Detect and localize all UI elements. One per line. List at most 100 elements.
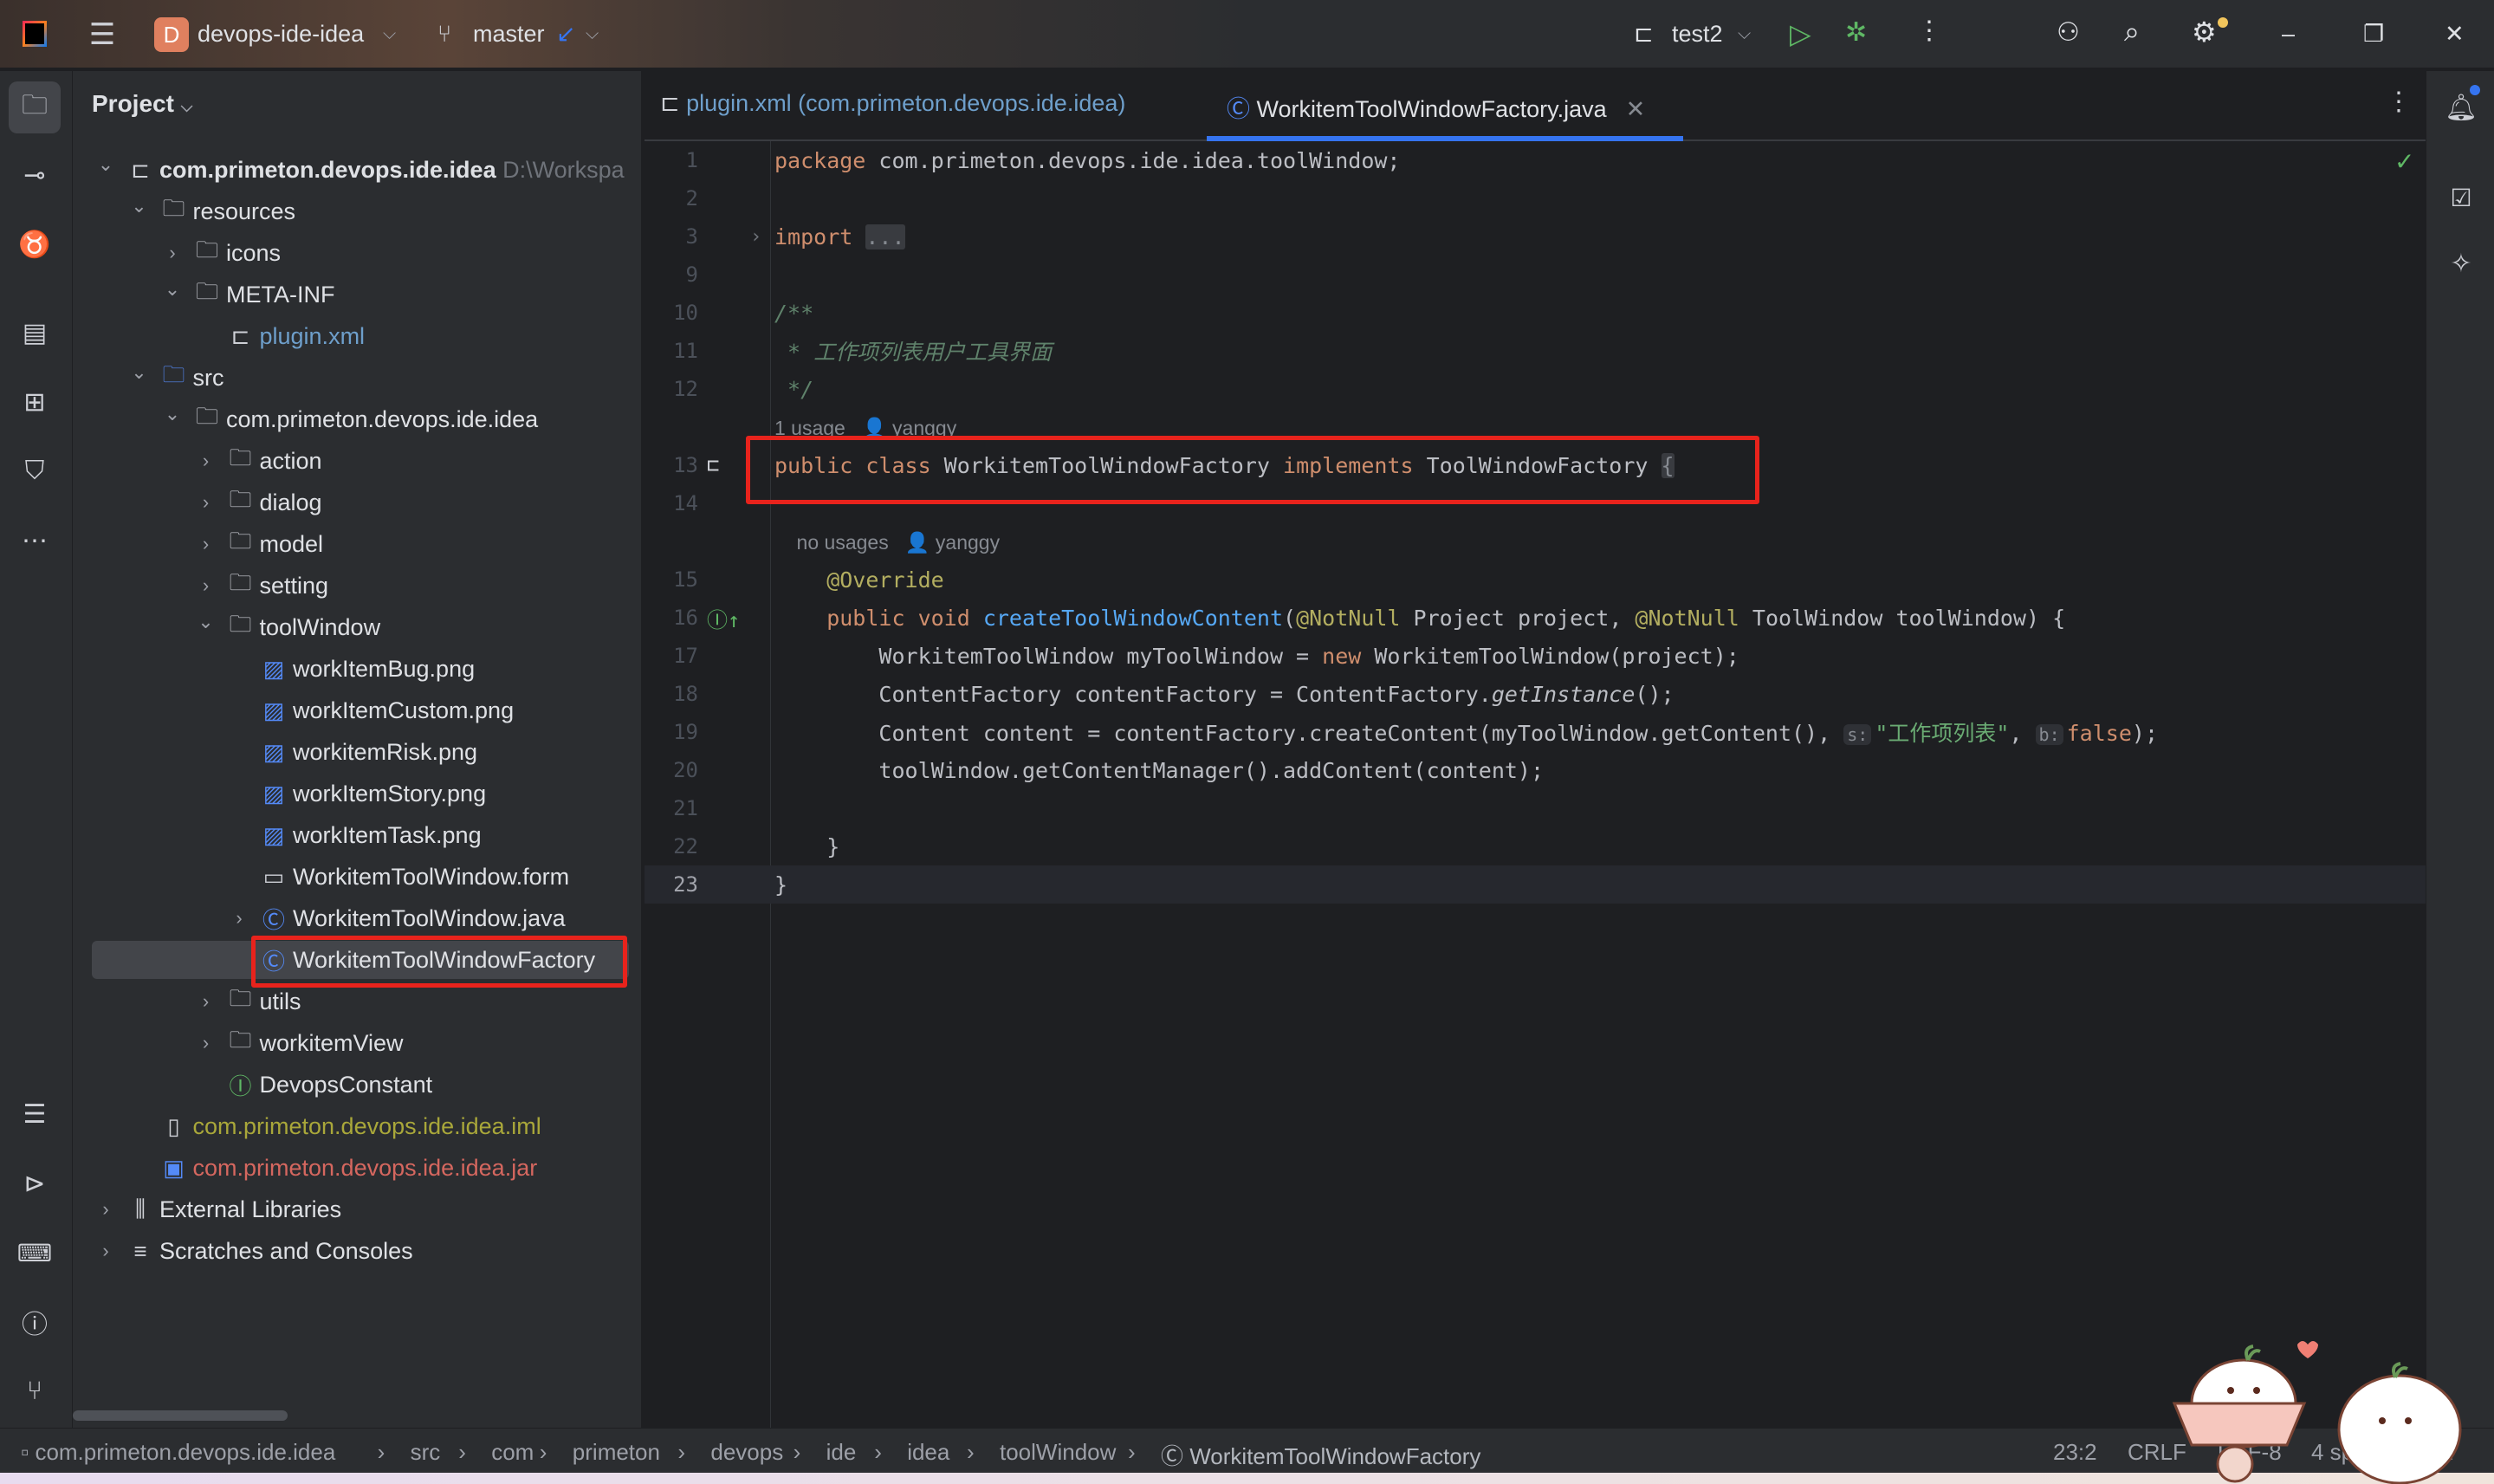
chevron-right-icon[interactable]: ›: [95, 1240, 116, 1262]
tree-item[interactable]: › 🗀 action: [73, 440, 643, 482]
chevron-down-icon[interactable]: ⌄: [162, 278, 183, 301]
terminal-icon[interactable]: ⌨: [9, 1227, 61, 1279]
chevron-down-icon[interactable]: ⌵: [586, 24, 599, 44]
breadcrumb-item[interactable]: ide: [826, 1439, 857, 1466]
tree-item[interactable]: › 🗀 dialog: [73, 482, 643, 523]
ai-assistant-icon[interactable]: ✧: [2435, 237, 2487, 289]
tree-item[interactable]: ▨ workItemCustom.png: [73, 690, 643, 731]
chevron-right-icon[interactable]: ›: [196, 1032, 217, 1054]
search-icon[interactable]: ⌕: [2124, 16, 2140, 49]
tree-item[interactable]: › 🗀 utils: [73, 981, 643, 1022]
tab-plugin-xml[interactable]: ⊏ plugin.xml (com.primeton.devops.ide.id…: [660, 90, 1125, 117]
no-problems-check-icon[interactable]: ✓: [2394, 147, 2414, 176]
code-line[interactable]: 10 /**: [645, 294, 2426, 332]
tree-item[interactable]: ⊏ plugin.xml: [73, 315, 643, 357]
code-line[interactable]: 23}: [645, 865, 2426, 904]
chevron-down-icon[interactable]: ⌄: [196, 611, 217, 633]
run-icon[interactable]: ▷: [1790, 17, 1811, 50]
code-line[interactable]: 18 ContentFactory contentFactory = Conte…: [645, 675, 2426, 713]
tree-item[interactable]: › ≡ Scratches and Consoles: [73, 1230, 643, 1272]
tab-options-icon[interactable]: ⋮: [2386, 87, 2412, 117]
code-line[interactable]: 22 }: [645, 827, 2426, 865]
tree-item[interactable]: ⌄ ⊏ com.primeton.devops.ide.idea D:\Worksp…: [73, 149, 643, 191]
bookmarks-icon[interactable]: ⛉: [9, 445, 61, 497]
chevron-down-icon[interactable]: ⌵: [1738, 24, 1751, 44]
learn-icon[interactable]: ▤: [9, 307, 61, 359]
chevron-right-icon[interactable]: ›: [196, 574, 217, 597]
tree-item[interactable]: › 🗀 icons: [73, 232, 643, 274]
git-icon[interactable]: ⑂: [9, 1365, 61, 1417]
code-line[interactable]: 12 */: [645, 370, 2426, 408]
tree-item[interactable]: ▨ workitemRisk.png: [73, 731, 643, 773]
code-line[interactable]: 3 › import ...: [645, 217, 2426, 256]
tasks-icon[interactable]: ☑: [2435, 172, 2487, 224]
code-line[interactable]: 9: [645, 256, 2426, 294]
tree-item[interactable]: ▯ com.primeton.devops.ide.idea.iml: [73, 1105, 643, 1147]
tree-item[interactable]: › 🗀 setting: [73, 565, 643, 606]
breadcrumb-item[interactable]: com: [491, 1439, 534, 1466]
services-icon[interactable]: ⊳: [9, 1157, 61, 1209]
pull-requests-icon[interactable]: ♉: [9, 218, 61, 270]
chevron-right-icon[interactable]: ›: [196, 990, 217, 1013]
code-line[interactable]: 20 toolWindow.getContentManager().addCon…: [645, 751, 2426, 789]
chevron-right-icon[interactable]: ›: [196, 533, 217, 555]
breadcrumb-item[interactable]: idea: [907, 1439, 949, 1466]
run-config-select[interactable]: test2: [1672, 21, 1723, 48]
close-window-icon[interactable]: ✕: [2445, 21, 2465, 48]
main-menu-icon[interactable]: ☰: [85, 18, 120, 51]
structure-icon[interactable]: ⊞: [9, 376, 61, 428]
project-name[interactable]: devops-ide-idea: [198, 21, 364, 48]
restore-icon[interactable]: ❐: [2363, 21, 2384, 48]
code-area[interactable]: 1 package com.primeton.devops.ide.idea.to…: [645, 141, 2426, 1428]
minimize-icon[interactable]: –: [2282, 21, 2295, 48]
code-line[interactable]: 1 package com.primeton.devops.ide.idea.to…: [645, 141, 2426, 179]
tree-item[interactable]: › Ⓒ WorkitemToolWindow.java: [73, 898, 643, 939]
chevron-down-icon[interactable]: ⌄: [95, 153, 116, 176]
code-line[interactable]: 19 Content content = contentFactory.crea…: [645, 713, 2426, 751]
tree-item[interactable]: ⌄ 🗀 toolWindow: [73, 606, 643, 648]
chevron-right-icon[interactable]: ›: [162, 242, 183, 264]
implements-icon[interactable]: Ⓘ↑: [707, 603, 740, 633]
chevron-down-icon[interactable]: ⌄: [129, 195, 150, 217]
close-tab-icon[interactable]: ✕: [1626, 96, 1646, 122]
chevron-right-icon[interactable]: ›: [196, 450, 217, 472]
chevron-right-icon[interactable]: ›: [95, 1198, 116, 1221]
horizontal-scrollbar[interactable]: [73, 1410, 288, 1421]
code-line[interactable]: 15 @Override: [645, 561, 2426, 599]
project-tool-icon[interactable]: 🗀: [9, 81, 61, 133]
tree-item[interactable]: ⌄ 🗀 com.primeton.devops.ide.idea: [73, 399, 643, 440]
chevron-right-icon[interactable]: ›: [196, 491, 217, 514]
breadcrumb-item[interactable]: toolWindow: [1000, 1439, 1116, 1466]
caret-position[interactable]: 23:2: [2053, 1439, 2097, 1466]
more-actions-icon[interactable]: ⋮: [1916, 16, 1942, 46]
fold-expand-icon[interactable]: ›: [750, 226, 761, 248]
code-line[interactable]: 17 WorkitemToolWindow myToolWindow = new…: [645, 637, 2426, 675]
code-line[interactable]: 11 * 工作项列表用户工具界面: [645, 332, 2426, 370]
tree-item[interactable]: ⌄ 🗀 META-INF: [73, 274, 643, 315]
code-line[interactable]: 2: [645, 179, 2426, 217]
tree-item[interactable]: › 🗀 workitemView: [73, 1022, 643, 1064]
chevron-down-icon[interactable]: ⌄: [162, 403, 183, 425]
chevron-down-icon[interactable]: ⌄: [129, 361, 150, 384]
project-badge[interactable]: D: [154, 17, 189, 52]
code-line[interactable]: 16 Ⓘ↑ public void createToolWindowContent…: [645, 599, 2426, 637]
chevron-right-icon[interactable]: ›: [229, 907, 249, 930]
breadcrumb-item[interactable]: src: [411, 1439, 441, 1466]
tree-item[interactable]: ▣ com.primeton.devops.ide.idea.jar: [73, 1147, 643, 1189]
settings-icon[interactable]: ⚙: [2192, 16, 2217, 49]
plugin-icon[interactable]: ⊏: [707, 453, 719, 477]
tree-item[interactable]: › 🗀 model: [73, 523, 643, 565]
branch-name[interactable]: master: [473, 21, 545, 48]
tab-workitem-tool-window-factory[interactable]: Ⓒ WorkitemToolWindowFactory.java ✕: [1227, 90, 1645, 124]
tree-item[interactable]: Ⓘ DevopsConstant: [73, 1064, 643, 1105]
problems-icon[interactable]: ⓘ: [9, 1296, 61, 1348]
tree-item[interactable]: ⌄ 🗀 resources: [73, 191, 643, 232]
breadcrumb-item[interactable]: ▫ com.primeton.devops.ide.idea: [21, 1439, 335, 1466]
tree-item[interactable]: ▨ workItemStory.png: [73, 773, 643, 814]
intellij-logo-icon[interactable]: [23, 21, 47, 47]
tree-item[interactable]: ⌄ 🗀 src: [73, 357, 643, 399]
add-user-icon[interactable]: ⚇: [2057, 17, 2080, 48]
todo-icon[interactable]: ☰: [9, 1088, 61, 1140]
more-tools-icon[interactable]: ⋯: [9, 515, 61, 567]
tree-item[interactable]: › ⫼ External Libraries: [73, 1189, 643, 1230]
